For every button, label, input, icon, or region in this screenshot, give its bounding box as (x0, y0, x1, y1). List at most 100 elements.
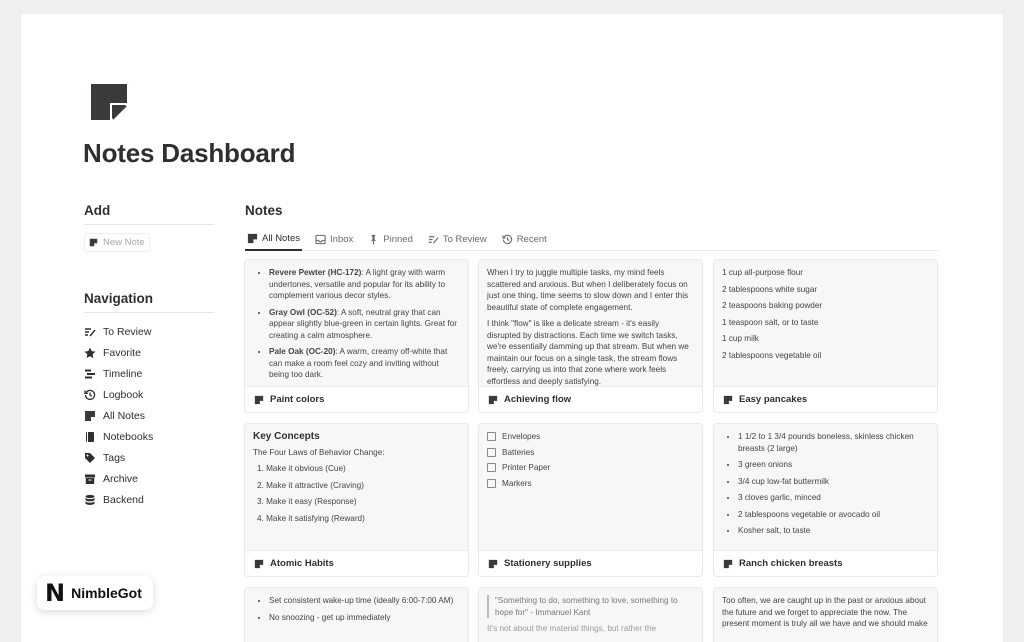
note-card-footer: Stationery supplies (479, 550, 702, 576)
list-item: Kosher salt, to taste (738, 525, 929, 537)
note-preview: "Something to do, something to love, som… (479, 588, 702, 642)
checklist-item: Batteries (487, 447, 694, 459)
note-icon (84, 410, 96, 422)
list-item: 1 cup milk (722, 334, 759, 343)
nav-item-timeline[interactable]: Timeline (84, 363, 214, 384)
note-heading: Key Concepts (253, 431, 320, 442)
note-title: Easy pancakes (739, 394, 808, 405)
note-preview: 1 1/2 to 1 3/4 pounds boneless, skinless… (714, 424, 937, 550)
list-item: No snoozing - get up immediately (269, 612, 460, 624)
nav-item-label: To Review (103, 325, 152, 338)
checklist-item: Printer Paper (487, 462, 694, 474)
checkbox[interactable] (487, 447, 496, 457)
timeline-icon (85, 369, 95, 378)
note-card-morning-routine[interactable]: Set consistent wake-up time (ideally 6:0… (244, 587, 469, 642)
nav-item-notebooks[interactable]: Notebooks (84, 426, 214, 447)
list-item: 1 cup all-purpose flour (722, 268, 804, 277)
navigation-section: Navigation To Review Favorite Timeline L… (84, 291, 214, 510)
checkbox[interactable] (487, 478, 496, 488)
note-card-achieving-flow[interactable]: When I try to juggle multiple tasks, my … (478, 259, 703, 413)
tab-label: Inbox (330, 234, 354, 245)
nav-item-label: Timeline (103, 367, 143, 380)
list-item: 3. Make it easy (Response) (257, 497, 357, 506)
list-item: Pale Oak (OC-20): A warm, creamy off-whi… (269, 346, 460, 381)
nimblegot-logo-icon: N (45, 579, 66, 607)
note-preview: When I try to juggle multiple tasks, my … (479, 260, 702, 386)
nav-item-backend[interactable]: Backend (84, 489, 214, 510)
list-item: 2 tablespoons vegetable oil (722, 350, 822, 360)
tab-inbox[interactable]: Inbox (313, 228, 355, 251)
note-title: Stationery supplies (504, 558, 592, 569)
list-item: 3 green onions (738, 459, 929, 471)
note-card-present-moment[interactable]: Too often, we are caught up in the past … (713, 587, 938, 642)
note-icon (723, 559, 733, 569)
list-item: 3 cloves garlic, minced (738, 492, 929, 504)
history-icon (502, 234, 512, 245)
note-icon (488, 395, 498, 405)
paragraph: The Four Laws of Behavior Change: (253, 447, 385, 457)
nav-item-label: All Notes (103, 409, 146, 422)
note-card-footer: Easy pancakes (714, 386, 937, 412)
note-card-ranch-chicken-breasts[interactable]: 1 1/2 to 1 3/4 pounds boneless, skinless… (713, 423, 938, 577)
list-item: 1. Make it obvious (Cue) (257, 464, 346, 473)
list-item: Gray Owl (OC-52): A soft, neutral gray t… (269, 307, 460, 342)
notes-dashboard-page: Notes Dashboard Add New Note Navigation … (21, 14, 1003, 642)
nav-item-logbook[interactable]: Logbook (84, 384, 214, 405)
nimblegot-badge[interactable]: N NimbleGot (37, 576, 153, 610)
review-icon (85, 327, 96, 336)
nav-item-label: Logbook (103, 388, 144, 401)
tab-label: All Notes (262, 233, 301, 244)
list-item: 1 1/2 to 1 3/4 pounds boneless, skinless… (738, 431, 929, 454)
note-card-footer: Paint colors (245, 386, 468, 412)
star-icon (84, 347, 96, 358)
paragraph: I think "flow" is like a delicate stream… (487, 319, 689, 386)
checkbox[interactable] (487, 432, 496, 442)
tab-label: Recent (516, 234, 547, 245)
note-card-stationery-supplies[interactable]: Envelopes Batteries Printer Paper Marker… (478, 423, 703, 577)
add-section: Add New Note (84, 203, 214, 252)
tab-recent[interactable]: Recent (500, 228, 549, 251)
new-note-button[interactable]: New Note (84, 233, 150, 252)
list-item: Revere Pewter (HC-172): A light gray wit… (269, 267, 460, 302)
paragraph: Too often, we are caught up in the past … (722, 596, 928, 628)
note-card-paint-colors[interactable]: Revere Pewter (HC-172): A light gray wit… (244, 259, 469, 413)
note-preview: Envelopes Batteries Printer Paper Marker… (479, 424, 702, 550)
note-card-footer: Achieving flow (479, 386, 702, 412)
note-card-atomic-habits[interactable]: Key Concepts The Four Laws of Behavior C… (244, 423, 469, 577)
note-title: Paint colors (270, 394, 325, 405)
nav-item-to-review[interactable]: To Review (84, 321, 214, 342)
paragraph: When I try to juggle multiple tasks, my … (487, 268, 689, 312)
note-icon (247, 233, 258, 244)
note-card-easy-pancakes[interactable]: 1 cup all-purpose flour 2 tablespoons wh… (713, 259, 938, 413)
checklist-item: Markers (487, 478, 694, 490)
list-item: 1 teaspoon salt, or to taste (722, 317, 819, 327)
list-item: 2. Make it attractive (Craving) (257, 480, 364, 490)
nav-item-label: Backend (103, 493, 144, 506)
note-icon (723, 395, 733, 405)
paragraph: It's not about the material things, but … (487, 624, 657, 633)
nav-item-archive[interactable]: Archive (84, 468, 214, 489)
note-title: Achieving flow (504, 394, 572, 405)
page-title: Notes Dashboard (83, 138, 296, 168)
checkbox[interactable] (487, 463, 496, 473)
archive-icon (85, 474, 95, 484)
note-icon (89, 238, 98, 247)
tab-pinned[interactable]: Pinned (366, 228, 415, 251)
tab-label: Pinned (383, 234, 413, 245)
nav-item-favorite[interactable]: Favorite (84, 342, 214, 363)
list-item: 2 tablespoons vegetable or avocado oil (738, 509, 929, 521)
list-item: Set consistent wake-up time (ideally 6:0… (269, 595, 460, 607)
note-preview: 1 cup all-purpose flour 2 tablespoons wh… (714, 260, 937, 386)
tab-all-notes[interactable]: All Notes (245, 228, 303, 251)
note-icon (254, 395, 264, 405)
list-item: 4. Make it satisfying (Reward) (257, 513, 365, 523)
nav-item-tags[interactable]: Tags (84, 447, 214, 468)
list-item: 2 teaspoons baking powder (722, 301, 823, 310)
note-preview: Too often, we are caught up in the past … (714, 588, 937, 642)
review-icon (428, 236, 439, 244)
badge-text: NimbleGot (71, 585, 142, 601)
note-card-quote[interactable]: "Something to do, something to love, som… (478, 587, 703, 642)
add-heading: Add (84, 203, 214, 225)
nav-item-all-notes[interactable]: All Notes (84, 405, 214, 426)
tab-to-review[interactable]: To Review (426, 228, 489, 251)
